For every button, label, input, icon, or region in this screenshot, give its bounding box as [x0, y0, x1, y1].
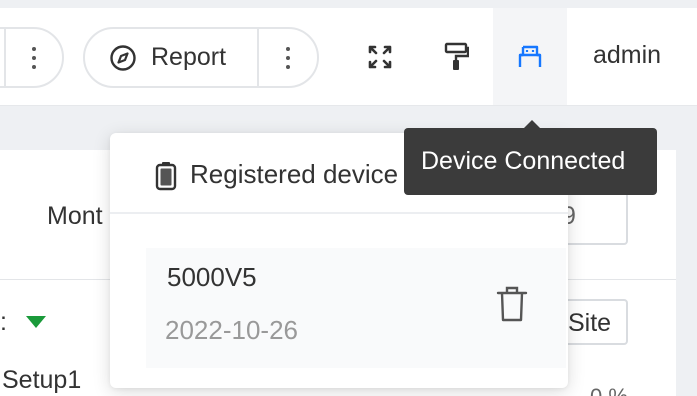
device-name: 5000V5: [167, 262, 257, 292]
more-vertical-icon: [32, 46, 36, 69]
caret-down-icon[interactable]: [26, 316, 46, 328]
left-button-group: [0, 27, 64, 88]
device-date: 2022-10-26: [165, 315, 298, 345]
filter-colon: :: [0, 308, 7, 336]
user-menu[interactable]: admin: [593, 41, 661, 70]
site-button-label: Site: [568, 309, 612, 337]
fullscreen-button[interactable]: [356, 33, 404, 81]
percent-value: 0 %: [590, 384, 628, 396]
report-button-label: Report: [151, 43, 227, 71]
usb-device-button[interactable]: [493, 8, 567, 105]
report-button-group: Report: [83, 27, 319, 88]
device-list-item: 5000V5 2022-10-26: [146, 248, 566, 368]
usb-icon: [518, 45, 542, 67]
month-label: Mont: [47, 202, 103, 230]
trash-icon[interactable]: [494, 284, 530, 324]
device-connected-tooltip: Device Connected: [404, 128, 657, 195]
fullscreen-icon: [368, 45, 392, 69]
paint-roller-icon: [444, 42, 469, 70]
more-button-left[interactable]: [4, 29, 62, 86]
setup-label: Setup1: [2, 366, 82, 394]
compass-icon: [110, 44, 136, 71]
more-vertical-icon: [285, 46, 290, 69]
report-button[interactable]: Report: [85, 29, 257, 86]
battery-icon: [155, 162, 177, 191]
more-button-report[interactable]: [256, 29, 317, 86]
toolbar-divider: [0, 105, 697, 106]
theme-button[interactable]: [432, 33, 480, 81]
